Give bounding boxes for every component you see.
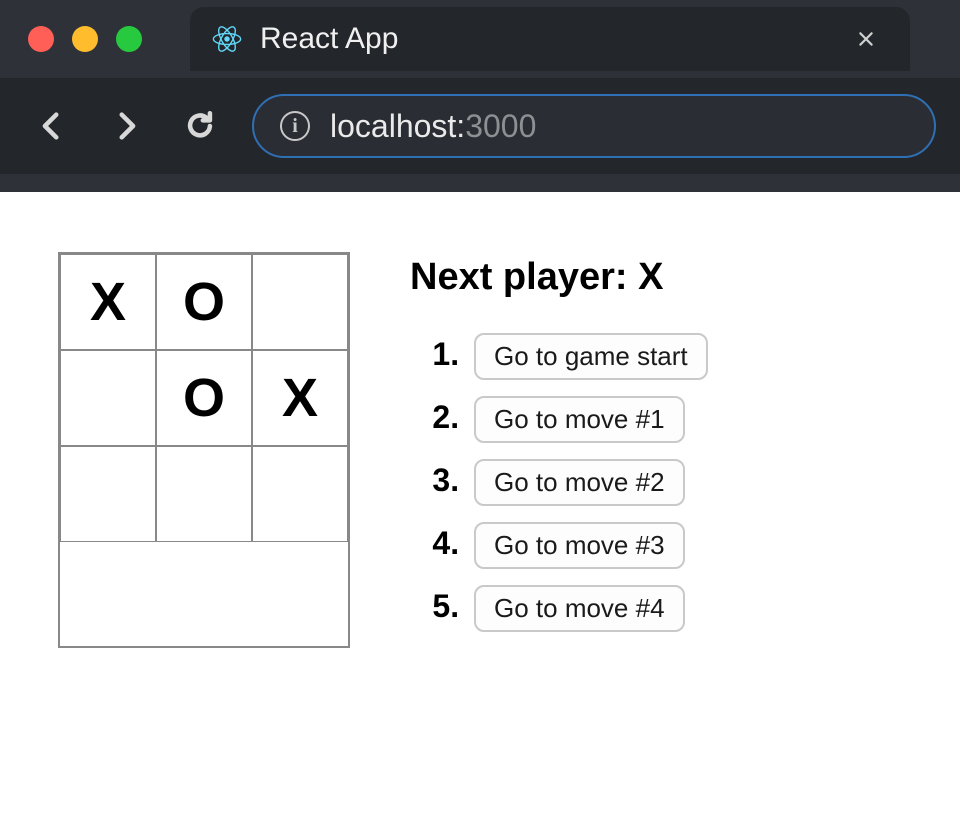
game-board: X O O X [58, 252, 350, 648]
close-window-button[interactable] [28, 26, 54, 52]
board-square-1[interactable]: O [156, 254, 252, 350]
goto-move-button[interactable]: Go to move #1 [474, 396, 685, 443]
react-icon [212, 24, 242, 54]
move-history-list: Go to game start Go to move #1 Go to mov… [410, 333, 708, 632]
move-history-item: Go to move #2 [468, 459, 708, 506]
move-history-item: Go to move #1 [468, 396, 708, 443]
close-tab-button[interactable] [852, 25, 880, 53]
address-bar[interactable]: i localhost:3000 [252, 94, 936, 158]
url-host: localhost: [330, 108, 465, 144]
browser-chrome: React App i localhost:3000 [0, 0, 960, 192]
goto-move-button[interactable]: Go to move #3 [474, 522, 685, 569]
board-square-4[interactable]: O [156, 350, 252, 446]
site-info-icon[interactable]: i [280, 111, 310, 141]
board-square-3[interactable] [60, 350, 156, 446]
game-status: Next player: X [410, 256, 708, 299]
browser-tab[interactable]: React App [190, 7, 910, 71]
page-content: X O O X Next player: X Go to game start … [0, 192, 960, 648]
board-square-5[interactable]: X [252, 350, 348, 446]
board-square-7[interactable] [156, 446, 252, 542]
move-history-item: Go to game start [468, 333, 708, 380]
board-square-6[interactable] [60, 446, 156, 542]
goto-move-button[interactable]: Go to move #2 [474, 459, 685, 506]
url-port: 3000 [465, 108, 536, 144]
board-square-2[interactable] [252, 254, 348, 350]
back-button[interactable] [30, 104, 74, 148]
move-history-item: Go to move #4 [468, 585, 708, 632]
goto-move-button[interactable]: Go to move #4 [474, 585, 685, 632]
browser-toolbar: i localhost:3000 [0, 78, 960, 174]
maximize-window-button[interactable] [116, 26, 142, 52]
window-controls [28, 26, 142, 52]
tab-strip: React App [0, 0, 960, 78]
board-square-0[interactable]: X [60, 254, 156, 350]
move-history-item: Go to move #3 [468, 522, 708, 569]
tab-title: React App [260, 22, 834, 56]
game-info: Next player: X Go to game start Go to mo… [410, 252, 708, 648]
minimize-window-button[interactable] [72, 26, 98, 52]
goto-move-button[interactable]: Go to game start [474, 333, 708, 380]
reload-button[interactable] [178, 104, 222, 148]
forward-button[interactable] [104, 104, 148, 148]
board-square-8[interactable] [252, 446, 348, 542]
